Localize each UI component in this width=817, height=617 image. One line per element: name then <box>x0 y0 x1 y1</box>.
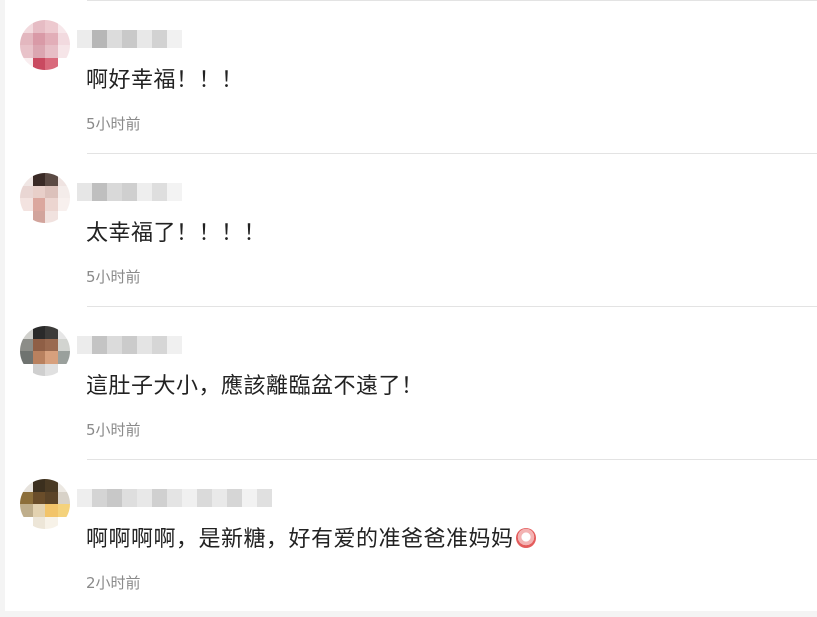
comment-item: 太幸福了！！！！ 5小时前 <box>5 153 817 306</box>
avatar[interactable] <box>20 20 70 70</box>
comment-timestamp: 2小时前 <box>86 574 141 592</box>
username-blurred[interactable] <box>77 20 182 58</box>
comment-text: 這肚子大小，應該離臨盆不遠了！ <box>86 374 424 399</box>
comment-text: 啊好幸福！！！ <box>86 68 244 93</box>
comment-item: 啊好幸福！！！ 5小时前 <box>5 0 817 153</box>
username-blurred[interactable] <box>77 479 272 517</box>
comment-list: 啊好幸福！！！ 5小时前 太幸福了！！！！ 5小时前 這肚子大小，應該離臨盆不遠… <box>5 0 817 611</box>
comment-timestamp: 5小时前 <box>86 268 141 286</box>
comment-divider <box>87 306 817 307</box>
comment-item: 啊啊啊啊，是新糖，好有爱的准爸爸准妈妈 2小时前 <box>5 459 817 612</box>
comment-divider <box>87 0 817 1</box>
comment-text-body: 啊啊啊啊，是新糖，好有爱的准爸爸准妈妈 <box>86 527 514 552</box>
comment-divider <box>87 153 817 154</box>
comment-timestamp: 5小时前 <box>86 421 141 439</box>
avatar[interactable] <box>20 479 70 529</box>
comment-text: 太幸福了！！！！ <box>86 221 267 246</box>
comment-item: 這肚子大小，應該離臨盆不遠了！ 5小时前 <box>5 306 817 459</box>
comment-divider <box>87 459 817 460</box>
comment-timestamp: 5小时前 <box>86 115 141 133</box>
comment-text: 啊啊啊啊，是新糖，好有爱的准爸爸准妈妈 <box>86 521 536 553</box>
avatar[interactable] <box>20 326 70 376</box>
username-blurred[interactable] <box>77 326 182 364</box>
avatar[interactable] <box>20 173 70 223</box>
username-blurred[interactable] <box>77 173 182 211</box>
flower-emoji-icon <box>515 528 536 548</box>
